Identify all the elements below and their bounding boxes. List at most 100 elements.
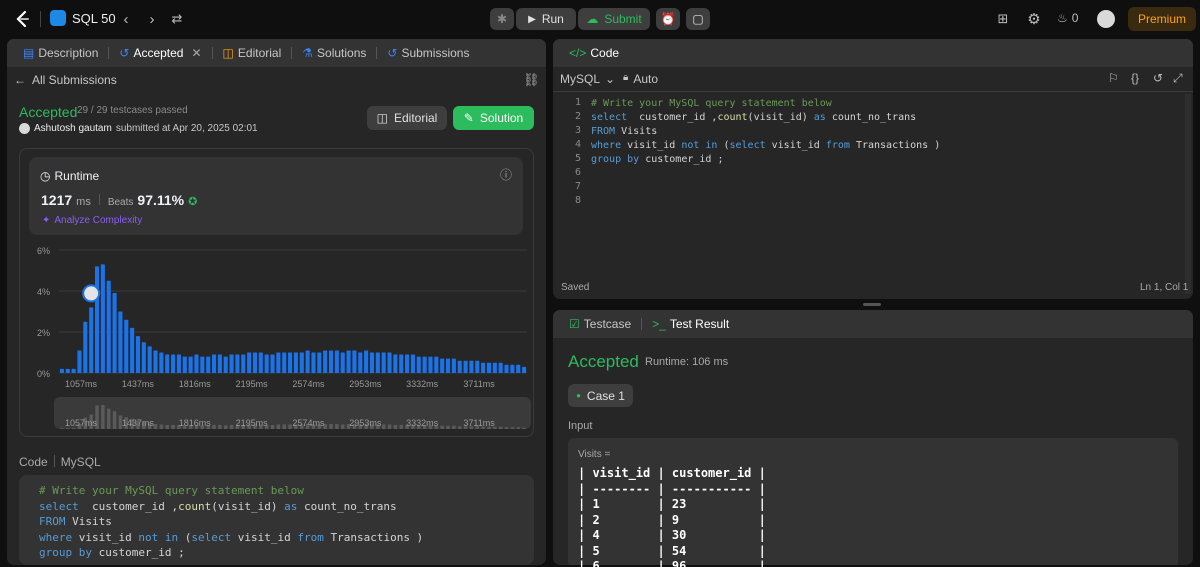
runtime-bar[interactable] (311, 352, 316, 374)
auto-mode[interactable]: 🔒︎ Auto (623, 72, 658, 86)
runtime-bar[interactable] (135, 336, 141, 373)
tab-editorial[interactable]: ◫ Editorial (217, 46, 288, 60)
runtime-bar[interactable] (241, 354, 246, 373)
alarm-icon[interactable]: ⏰ (656, 8, 680, 30)
runtime-bar[interactable] (293, 352, 298, 374)
runtime-bar[interactable] (469, 360, 474, 373)
runtime-bar[interactable] (276, 352, 281, 374)
runtime-bar[interactable] (334, 350, 339, 373)
runtime-bar[interactable] (498, 362, 503, 373)
runtime-bar[interactable] (422, 356, 427, 373)
runtime-bar[interactable] (504, 364, 509, 373)
runtime-bar[interactable] (369, 352, 375, 374)
runtime-bar[interactable] (211, 354, 217, 373)
next-problem-icon[interactable]: › (144, 10, 160, 28)
runtime-bar[interactable] (282, 352, 287, 374)
tab-solutions[interactable]: ⚗ Solutions (296, 46, 372, 60)
runtime-bar[interactable] (229, 354, 234, 373)
runtime-bar[interactable] (410, 354, 415, 373)
runtime-bar[interactable] (65, 368, 70, 373)
runtime-bar[interactable] (317, 352, 322, 374)
runtime-bar[interactable] (182, 356, 187, 373)
runtime-bar[interactable] (270, 354, 275, 373)
runtime-bar[interactable] (340, 352, 345, 374)
runtime-bar[interactable] (94, 266, 100, 373)
tab-code[interactable]: </> Code (563, 46, 625, 60)
layout-grid-icon[interactable]: ⊞ (994, 10, 1012, 28)
runtime-bar[interactable] (323, 350, 328, 373)
runtime-bar[interactable] (130, 327, 135, 373)
user-avatar-marker[interactable] (82, 284, 101, 303)
settings-gear-icon[interactable]: ⚙ (1025, 10, 1043, 28)
tab-testcase[interactable]: ☑ Testcase (563, 317, 637, 331)
fullscreen-icon[interactable]: ⤢ (1173, 71, 1183, 86)
runtime-bar[interactable] (522, 366, 527, 373)
runtime-bar[interactable] (83, 321, 88, 373)
leetcode-logo-icon[interactable] (14, 10, 32, 28)
runtime-bar[interactable] (147, 346, 152, 373)
runtime-bar[interactable] (118, 311, 123, 374)
tab-submissions[interactable]: ↺ Submissions (381, 46, 475, 60)
runtime-bar[interactable] (346, 350, 351, 373)
runtime-bar[interactable] (428, 356, 433, 373)
tab-accepted[interactable]: ↺ Accepted ✕ (113, 46, 207, 60)
runtime-bar[interactable] (516, 364, 521, 373)
link-icon[interactable]: ⛓ (523, 72, 540, 88)
runtime-bar[interactable] (288, 352, 293, 374)
runtime-bar[interactable] (510, 364, 515, 373)
streak-counter[interactable]: ♨ 0 (1057, 11, 1078, 25)
format-braces-icon[interactable]: {} (1131, 71, 1139, 85)
runtime-bar[interactable] (393, 354, 398, 373)
tab-test-result[interactable]: >_ Test Result (646, 317, 735, 331)
solution-button[interactable]: ✎ Solution (453, 106, 534, 130)
author-name[interactable]: Ashutosh gautam (34, 123, 112, 134)
runtime-bar[interactable] (405, 354, 410, 373)
runtime-bar[interactable] (171, 354, 176, 373)
reset-icon[interactable]: ↺ (1153, 71, 1163, 85)
runtime-bar[interactable] (258, 352, 263, 374)
runtime-bar[interactable] (352, 350, 357, 373)
runtime-bar[interactable] (188, 356, 193, 373)
close-icon[interactable]: ✕ (191, 46, 201, 60)
runtime-bar[interactable] (159, 352, 164, 374)
runtime-bar[interactable] (445, 358, 451, 373)
runtime-bar[interactable] (358, 352, 363, 374)
runtime-bar[interactable] (223, 356, 228, 373)
runtime-bar[interactable] (486, 362, 492, 373)
runtime-bar[interactable] (106, 280, 111, 373)
runtime-bar[interactable] (153, 350, 158, 373)
runtime-bar[interactable] (141, 342, 146, 373)
runtime-bar[interactable] (364, 350, 369, 373)
debug-icon[interactable]: ✱ (490, 8, 514, 30)
submit-button[interactable]: ☁ Submit (578, 8, 650, 30)
runtime-bar[interactable] (264, 354, 269, 373)
runtime-bar[interactable] (451, 358, 456, 373)
runtime-bar[interactable] (194, 354, 199, 373)
runtime-bar[interactable] (305, 350, 310, 373)
editor-scrollbar[interactable] (1185, 94, 1191, 294)
runtime-bar[interactable] (59, 368, 64, 373)
editorial-button[interactable]: ◫ Editorial (367, 106, 447, 130)
tab-description[interactable]: ▤ Description (17, 46, 104, 60)
code-editor[interactable]: 1 # Write your MySQL query statement belo… (553, 97, 1183, 267)
runtime-bar[interactable] (217, 354, 222, 373)
runtime-bar[interactable] (235, 354, 240, 373)
problem-list-button[interactable]: SQL 50 (50, 10, 116, 26)
runtime-bar[interactable] (89, 307, 94, 373)
runtime-bar[interactable] (328, 350, 334, 373)
runtime-bar[interactable] (77, 350, 82, 373)
runtime-bar[interactable] (252, 352, 258, 374)
runtime-bar[interactable] (206, 356, 211, 373)
runtime-bar[interactable] (463, 360, 468, 373)
analyze-complexity-link[interactable]: ✦ Analyze Complexity (42, 215, 142, 226)
runtime-bar[interactable] (375, 352, 380, 374)
runtime-bar[interactable] (399, 354, 404, 373)
info-icon[interactable]: ⓘ (500, 166, 512, 183)
runtime-bar[interactable] (165, 354, 170, 373)
runtime-bar[interactable] (475, 360, 480, 373)
runtime-bar[interactable] (492, 362, 497, 373)
resize-handle[interactable] (863, 303, 881, 306)
submitted-code-block[interactable]: # Write your MySQL query statement below… (19, 475, 534, 565)
runtime-bar[interactable] (299, 352, 304, 374)
runtime-bar[interactable] (481, 362, 486, 373)
